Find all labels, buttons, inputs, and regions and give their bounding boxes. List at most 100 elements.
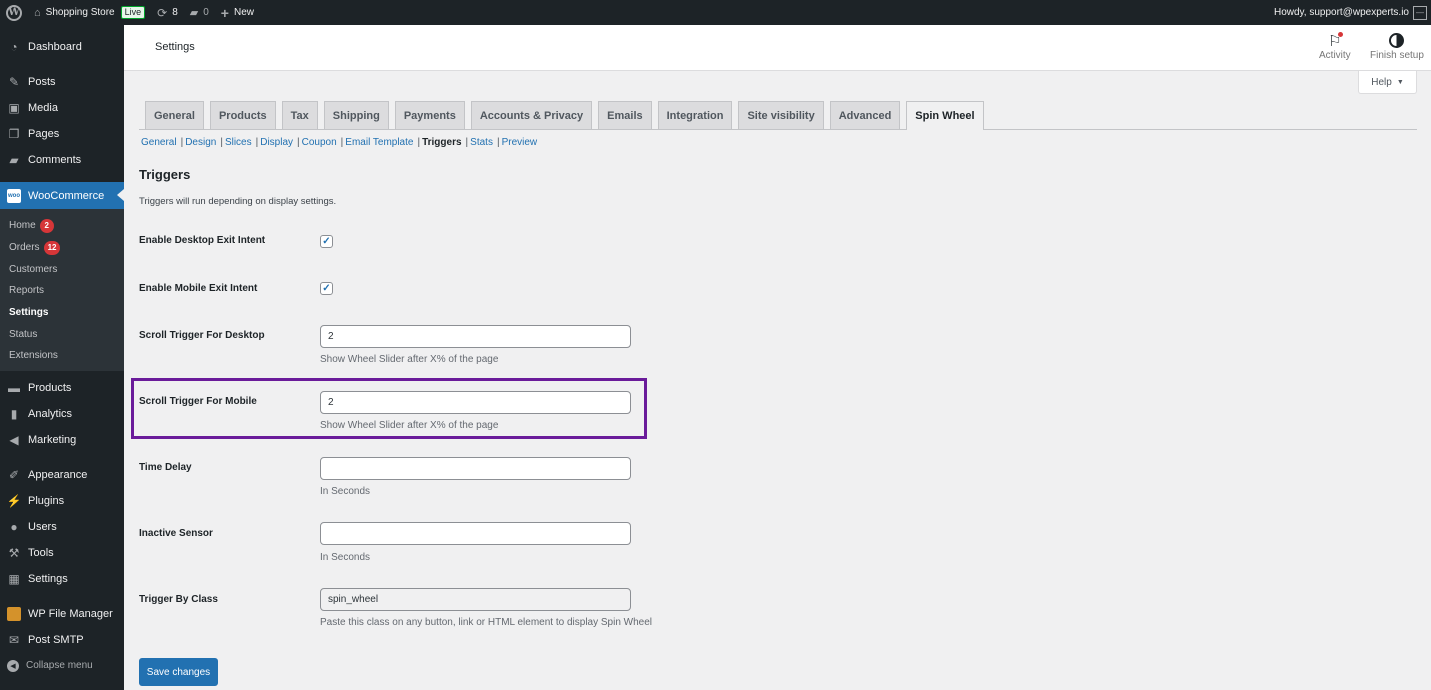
menu-label: Media [28,102,58,114]
email-icon: ✉ [8,632,20,647]
sidebar-item-marketing[interactable]: ◀ Marketing [0,427,124,453]
tab-integration[interactable]: Integration [657,101,733,129]
help-button[interactable]: Help ▼ [1358,71,1417,94]
sidebar-item-users[interactable]: ● Users [0,514,124,540]
collapse-menu-button[interactable]: ◀ Collapse menu [0,653,124,679]
submenu-item-orders[interactable]: Orders 12 [0,237,124,259]
menu-label: Analytics [28,407,73,420]
tab-advanced[interactable]: Advanced [829,101,901,129]
collapse-icon: ◀ [7,659,19,672]
avatar-icon: — [1413,5,1427,20]
menu-label: Comments [28,154,82,166]
desktop-exit-intent-checkbox[interactable]: ✓ [320,235,333,248]
submenu-item-customers[interactable]: Customers [0,258,124,280]
my-account[interactable]: Howdy, support@wpexperts.io — [1274,5,1431,20]
subnav-stats[interactable]: Stats [470,137,493,148]
scroll-trigger-desktop-help: Show Wheel Slider after X% of the page [320,354,499,365]
comment-icon: ▰ [189,7,199,19]
comments-link[interactable]: ▰ 0 [184,0,215,25]
submenu-item-reports[interactable]: Reports [0,280,124,302]
trigger-by-class-label: Trigger By Class [139,594,218,605]
subnav-slices[interactable]: Slices [225,137,252,148]
desktop-exit-intent-label: Enable Desktop Exit Intent [139,235,266,246]
menu-label: Dashboard [28,41,82,53]
menu-label: Collapse menu [26,660,93,672]
tab-emails[interactable]: Emails [598,101,652,129]
subnav-design[interactable]: Design [185,137,216,148]
sidebar-item-tools[interactable]: ⚒ Tools [0,540,124,566]
new-content-link[interactable]: + New [215,0,260,25]
menu-label: Tools [28,546,54,559]
scroll-trigger-mobile-input[interactable] [320,391,631,414]
finish-setup-button[interactable]: Finish setup [1370,32,1424,61]
sidebar-item-wp-file-manager[interactable]: WP File Manager [0,601,124,627]
subnav-general[interactable]: General [141,137,177,148]
scroll-trigger-desktop-input[interactable] [320,325,631,348]
notification-badge: 12 [43,240,61,255]
tab-tax[interactable]: Tax [281,101,318,129]
activity-button[interactable]: ⚐ Activity [1319,32,1351,61]
menu-label: Marketing [28,433,77,446]
sidebar-item-appearance[interactable]: ✐ Appearance [0,462,124,488]
caret-down-icon: ▼ [1396,78,1404,86]
menu-label: Plugins [28,494,65,507]
new-label: New [233,7,254,18]
sidebar-item-post-smtp[interactable]: ✉ Post SMTP [0,627,124,653]
site-name-link[interactable]: ⌂ Shopping Store Live [28,0,151,25]
submenu-item-status[interactable]: Status [0,323,124,345]
tab-spin-wheel[interactable]: Spin Wheel [906,101,984,130]
sidebar-item-products[interactable]: ▬ Products [0,375,124,401]
subnav-display[interactable]: Display [260,137,293,148]
menu-label: Pages [28,128,60,140]
separator: | [220,137,223,148]
sidebar-item-woocommerce[interactable]: woo WooCommerce [0,182,124,209]
tab-products[interactable]: Products [209,101,276,129]
menu-label: Post SMTP [28,633,84,646]
separator: | [297,137,300,148]
mobile-exit-intent-checkbox[interactable]: ✓ [320,282,333,295]
menu-label: Settings [28,572,68,585]
tab-site-visibility[interactable]: Site visibility [738,101,824,129]
subnav-coupon[interactable]: Coupon [302,137,337,148]
wordpress-logo-button[interactable]: W [0,0,28,25]
updates-link[interactable]: ⟳ 8 [151,0,184,25]
inactive-sensor-input[interactable] [320,522,631,545]
submenu-label: Settings [9,307,49,319]
sidebar-item-posts[interactable]: ✎ Posts [0,69,124,95]
page-title: Settings [155,41,195,53]
sidebar-item-plugins[interactable]: ⚡ Plugins [0,488,124,514]
settings-tabs: General Products Tax Shipping Payments A… [139,101,1417,130]
scroll-trigger-desktop-label: Scroll Trigger For Desktop [139,330,265,341]
submenu-item-extensions[interactable]: Extensions [0,345,124,367]
notification-badge: 2 [39,218,54,233]
separator: | [496,137,500,148]
sidebar-item-settings[interactable]: ▦ Settings [0,566,124,592]
sidebar-item-comments[interactable]: ▰ Comments [0,147,124,173]
tab-payments[interactable]: Payments [394,101,465,129]
separator: | [255,137,259,148]
submenu-item-settings[interactable]: Settings [0,302,124,324]
sidebar-item-analytics[interactable]: ▮ Analytics [0,401,124,427]
time-delay-input[interactable] [320,457,631,480]
sidebar-item-media[interactable]: ▣ Media [0,95,124,121]
subnav-triggers[interactable]: Triggers [422,137,461,148]
sidebar-item-dashboard[interactable]: ◔ Dashboard [0,34,124,60]
subnav-preview[interactable]: Preview [502,137,538,148]
progress-circle-icon [1389,32,1405,50]
paintbrush-icon: ✐ [8,467,20,482]
scroll-trigger-mobile-label: Scroll Trigger For Mobile [139,396,257,407]
admin-sidebar: ◔ Dashboard ✎ Posts ▣ Media ❐ Pages ▰ Comment… [0,25,124,690]
submenu-label: Home [9,220,36,232]
tab-shipping[interactable]: Shipping [323,101,389,129]
trigger-by-class-input[interactable] [320,588,631,611]
tab-accounts-privacy[interactable]: Accounts & Privacy [470,101,593,129]
sidebar-item-pages[interactable]: ❐ Pages [0,121,124,147]
save-changes-button[interactable]: Save changes [139,658,218,686]
submenu-item-home[interactable]: Home 2 [0,215,124,237]
activity-label: Activity [1319,50,1351,61]
admin-bar: W ⌂ Shopping Store Live ⟳ 8 ▰ 0 + New Ho… [0,0,1431,25]
subnav-email-template[interactable]: Email Template [345,137,413,148]
site-name: Shopping Store [45,7,115,18]
comment-icon: ▰ [9,153,19,167]
tab-general[interactable]: General [145,101,204,129]
